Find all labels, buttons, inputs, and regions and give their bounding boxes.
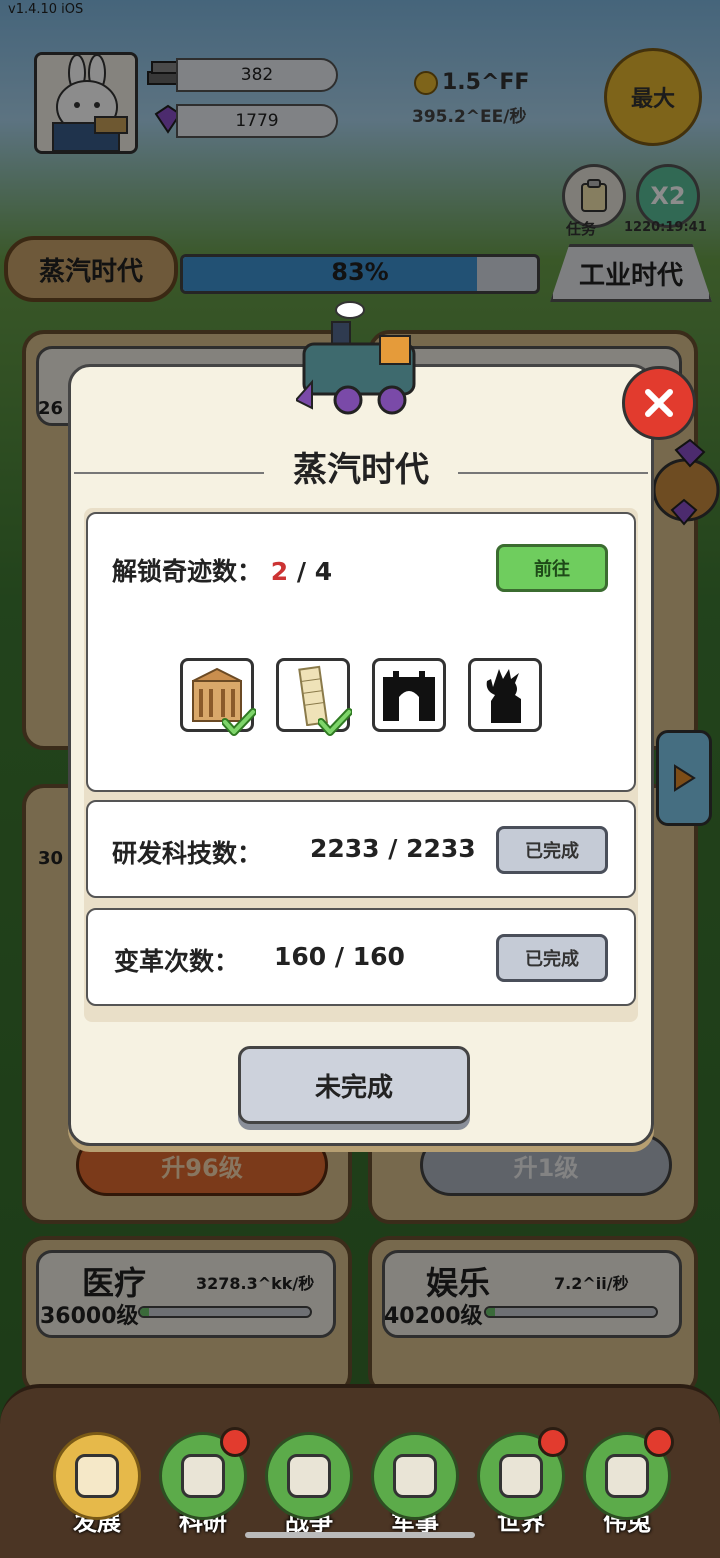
wonder-slot-4[interactable] [468, 658, 542, 732]
nav-item-develop[interactable]: 发展 [50, 1432, 144, 1537]
rabbit-portrait-icon [605, 1454, 649, 1498]
wonders-total: 4 [314, 557, 333, 586]
go-button[interactable]: 前往 [496, 544, 608, 592]
flask-icon [181, 1454, 225, 1498]
wonders-label-text: 解锁奇迹数： [112, 557, 263, 586]
steam-locomotive-icon [294, 300, 426, 418]
close-icon [645, 389, 673, 417]
globe-icon [499, 1454, 543, 1498]
nav-button-develop[interactable] [53, 1432, 141, 1520]
tech-done-button[interactable]: 已完成 [496, 826, 608, 874]
nav-button-hero[interactable] [583, 1427, 674, 1520]
growth-arrow-icon [75, 1454, 119, 1498]
nav-button-war[interactable] [265, 1432, 353, 1520]
notification-badge [220, 1427, 250, 1457]
reform-value: 160 / 160 [274, 942, 405, 971]
nav-item-research[interactable]: 科研 [156, 1427, 250, 1537]
tech-value: 2233 / 2233 [310, 834, 476, 863]
notification-badge [644, 1427, 674, 1457]
nav-button-world[interactable] [477, 1427, 568, 1520]
crossed-swords-icon [287, 1454, 331, 1498]
statue-liberty-silhouette-icon [486, 669, 521, 723]
nav-button-research[interactable] [159, 1427, 250, 1520]
reform-done-button[interactable]: 已完成 [496, 934, 608, 982]
gate-wonder-silhouette-icon [383, 671, 435, 721]
wonders-current: 2 [270, 557, 289, 586]
tech-label: 研发科技数： [112, 839, 263, 868]
reform-label: 变革次数： [114, 947, 240, 976]
nav-button-military[interactable] [371, 1432, 459, 1520]
nav-item-war[interactable]: 战争 [262, 1432, 356, 1537]
title-divider-right [458, 472, 648, 474]
wonders-separator: / [296, 557, 306, 586]
nav-item-hero[interactable]: 伟兔 [580, 1427, 674, 1537]
wonders-label: 解锁奇迹数： 2 / 4 [112, 552, 332, 588]
home-indicator [245, 1532, 475, 1538]
nav-item-world[interactable]: 世界 [474, 1427, 568, 1537]
notification-badge [538, 1427, 568, 1457]
unfinished-button[interactable]: 未完成 [238, 1046, 470, 1124]
modal-title: 蒸汽时代 [293, 450, 429, 490]
close-button[interactable] [622, 366, 696, 440]
nav-item-military[interactable]: 军事 [368, 1432, 462, 1537]
wonder-slot-3[interactable] [372, 658, 446, 732]
military-tent-icon [393, 1454, 437, 1498]
